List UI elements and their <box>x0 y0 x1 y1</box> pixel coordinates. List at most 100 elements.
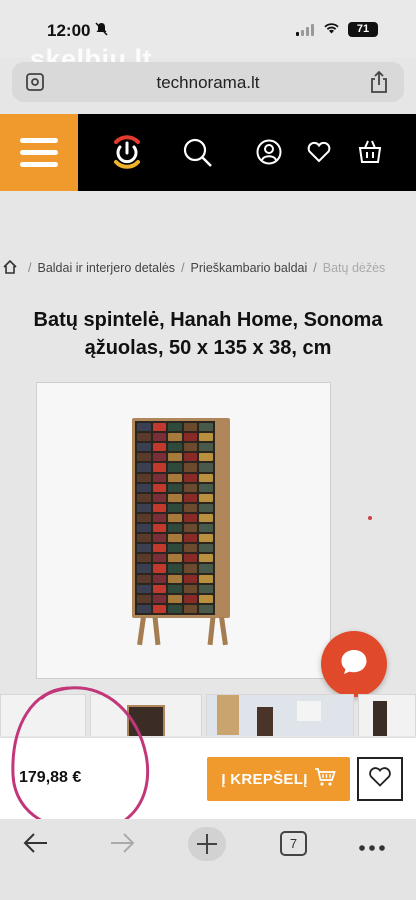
cabinet-tile <box>183 574 198 583</box>
cabinet-tile <box>137 483 151 492</box>
cart-icon <box>314 767 336 791</box>
cabinet-tile <box>183 473 198 482</box>
tab-count-button[interactable]: 7 <box>280 831 307 856</box>
cabinet-tile <box>199 513 213 523</box>
cabinet-tile <box>152 594 167 603</box>
cabinet-tile <box>199 524 213 533</box>
cabinet-tile <box>183 594 198 603</box>
cabinet-tile <box>183 554 198 563</box>
cabinet-tile <box>137 463 151 472</box>
cabinet-tile <box>199 433 213 442</box>
cabinet-tile <box>183 564 198 573</box>
cabinet-tile <box>152 453 167 462</box>
share-icon[interactable] <box>368 70 390 99</box>
cabinet-tile <box>137 423 151 432</box>
cabinet-tile <box>152 503 167 512</box>
heart-icon[interactable] <box>306 138 332 171</box>
cabinet-tile <box>183 524 198 533</box>
status-time: 12:00 <box>47 21 91 40</box>
cabinet-tile <box>183 433 198 442</box>
cabinet-tile <box>199 604 213 613</box>
cabinet-tile <box>152 473 167 482</box>
add-to-cart-label: Į KREPŠELĮ <box>221 770 308 788</box>
add-to-cart-button[interactable]: Į KREPŠELĮ <box>207 757 350 801</box>
cabinet-tile <box>168 473 182 482</box>
cabinet-tile <box>168 513 182 523</box>
cabinet-tile <box>152 604 167 613</box>
cabinet-tile <box>168 594 182 603</box>
cabinet-tile <box>199 443 213 452</box>
breadcrumb: / Baldai ir interjero detalės / Prieškambar… <box>0 258 416 280</box>
back-arrow-icon[interactable] <box>22 829 50 862</box>
cabinet-tile <box>183 483 198 492</box>
more-options-icon[interactable] <box>358 839 386 857</box>
home-icon[interactable] <box>2 259 18 278</box>
cabinet-tile <box>137 433 151 442</box>
cabinet-tile <box>168 534 182 543</box>
cabinet-tile <box>152 534 167 543</box>
cabinet-tile <box>168 503 182 512</box>
cabinet-tile <box>199 473 213 482</box>
cabinet-tile <box>137 493 151 502</box>
cabinet-tile <box>183 513 198 523</box>
signal-icon <box>296 24 314 36</box>
cabinet-tile <box>137 604 151 613</box>
carousel-dot <box>368 516 372 520</box>
cabinet-tile <box>152 574 167 583</box>
cabinet-tile <box>168 493 182 502</box>
cabinet-tile <box>199 594 213 603</box>
cabinet-tile <box>199 534 213 543</box>
cabinet-tile <box>152 544 167 553</box>
cabinet-tile <box>152 584 167 593</box>
cabinet-tile <box>152 423 167 432</box>
cabinet-tile <box>168 574 182 583</box>
cabinet-tile <box>168 604 182 613</box>
cabinet-tile <box>137 564 151 573</box>
cabinet-tile <box>137 443 151 452</box>
new-tab-button[interactable] <box>187 826 227 867</box>
cabinet-tile <box>137 584 151 593</box>
chat-button[interactable] <box>321 631 387 697</box>
cabinet-tile <box>168 443 182 452</box>
user-icon[interactable] <box>256 138 282 171</box>
cabinet-tile <box>137 594 151 603</box>
cabinet-tile <box>168 483 182 492</box>
thumbnail[interactable] <box>358 694 416 736</box>
cabinet-tile <box>183 534 198 543</box>
url-text[interactable]: technorama.lt <box>12 73 404 93</box>
product-image[interactable] <box>36 382 331 679</box>
cabinet-tile <box>168 433 182 442</box>
cabinet-tile <box>199 463 213 472</box>
cabinet-tile <box>183 604 198 613</box>
power-logo-icon[interactable] <box>107 132 147 172</box>
cabinet-tile <box>152 513 167 523</box>
cabinet-tile <box>152 483 167 492</box>
cabinet-tile <box>199 544 213 553</box>
wifi-icon <box>322 20 341 40</box>
cabinet-tile <box>199 554 213 563</box>
cabinet-tile <box>137 554 151 563</box>
cabinet-tile <box>152 433 167 442</box>
cabinet-tile <box>183 544 198 553</box>
hamburger-menu-icon[interactable] <box>0 114 78 191</box>
cabinet-tile <box>199 574 213 583</box>
cabinet-tile <box>152 493 167 502</box>
breadcrumb-item[interactable]: Prieškambario baldai <box>191 261 308 275</box>
heart-icon <box>368 766 392 793</box>
cabinet-tile <box>152 554 167 563</box>
battery-icon: 71 <box>348 22 378 37</box>
shopping-bag-icon[interactable] <box>357 138 383 171</box>
forward-arrow-icon[interactable] <box>108 829 136 862</box>
breadcrumb-item[interactable]: Batų dėžės <box>323 261 386 275</box>
cabinet-tile <box>137 534 151 543</box>
cabinet-tile <box>168 453 182 462</box>
thumbnail[interactable] <box>206 694 354 736</box>
search-icon[interactable] <box>183 138 213 173</box>
cabinet-tile <box>137 473 151 482</box>
breadcrumb-item[interactable]: Baldai ir interjero detalės <box>37 261 175 275</box>
cabinet-tile <box>168 544 182 553</box>
cabinet-tile <box>199 584 213 593</box>
cabinet-tile <box>183 463 198 472</box>
add-to-wishlist-button[interactable] <box>357 757 403 801</box>
address-bar[interactable]: technorama.lt <box>12 62 404 102</box>
